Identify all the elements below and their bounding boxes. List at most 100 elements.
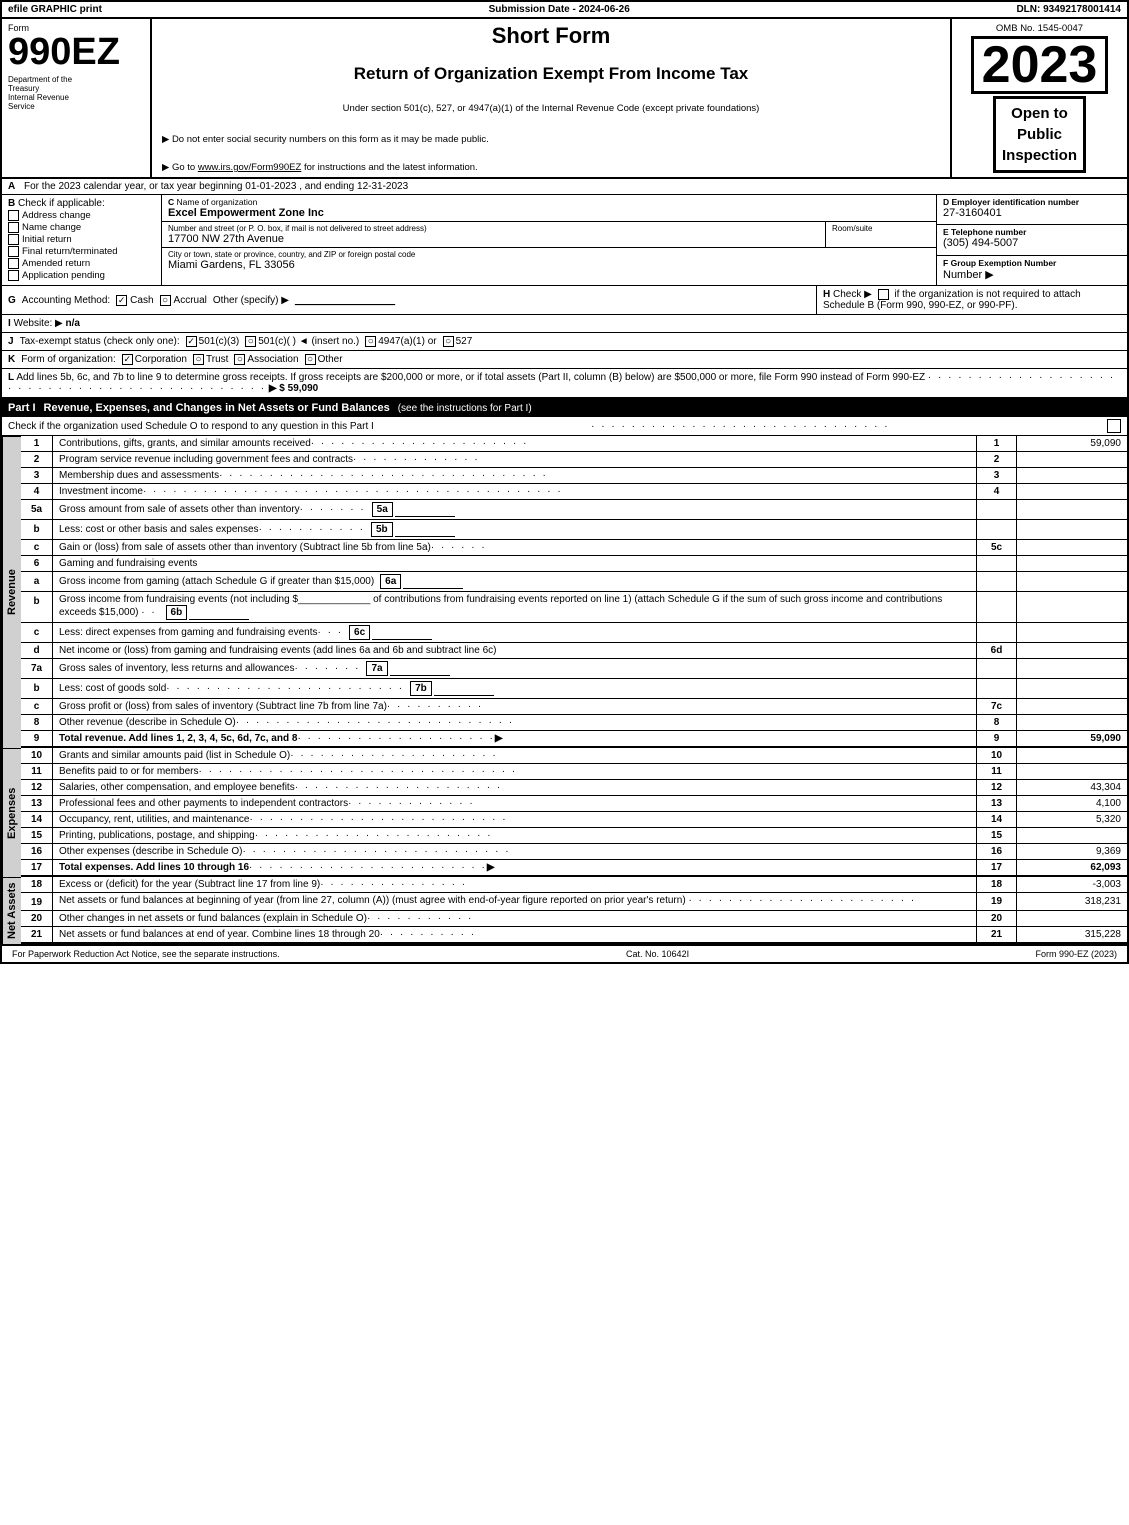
row-num: 4 — [21, 484, 53, 499]
section-bcd: B Check if applicable: Address change Na… — [2, 195, 1127, 286]
table-row: 4 Investment income · · · · · · · · · · … — [21, 484, 1127, 500]
status-501c-box[interactable]: ○ — [245, 336, 256, 347]
row-num: c — [21, 540, 53, 555]
k-association: ○ Association — [234, 354, 298, 365]
row-value: 62,093 — [1017, 860, 1127, 875]
row-code: 9 — [977, 731, 1017, 746]
row-value: -3,003 — [1017, 877, 1127, 892]
table-row: 2 Program service revenue including gove… — [21, 452, 1127, 468]
row-value — [1017, 540, 1127, 555]
part1-schedule-o-checkbox[interactable] — [1107, 419, 1121, 433]
row-num: 5a — [21, 500, 53, 519]
status-501c: ○ 501(c)( ) ◄ (insert no.) — [245, 336, 359, 347]
cash-checkbox[interactable]: ✓ — [116, 295, 127, 306]
row-desc: Less: cost or other basis and sales expe… — [53, 520, 977, 539]
table-row: b Less: cost of goods sold · · · · · · ·… — [21, 679, 1127, 699]
status-501c3: ✓ 501(c)(3) — [186, 336, 240, 347]
table-row: 13 Professional fees and other payments … — [21, 796, 1127, 812]
row-num: c — [21, 623, 53, 642]
table-row: b Less: cost or other basis and sales ex… — [21, 520, 1127, 540]
phone: (305) 494-5007 — [943, 237, 1121, 249]
expenses-side-label: Expenses — [2, 748, 21, 877]
row-code: 20 — [977, 911, 1017, 926]
footer-right: Form 990-EZ (2023) — [1035, 949, 1117, 959]
tax-year: 2023 — [971, 36, 1109, 94]
name-checkbox[interactable] — [8, 222, 19, 233]
section-b: B Check if applicable: Address change Na… — [2, 195, 162, 285]
row-num: a — [21, 572, 53, 591]
row-code: 18 — [977, 877, 1017, 892]
org-city: Miami Gardens, FL 33056 — [168, 259, 930, 271]
row-desc: Other changes in net assets or fund bala… — [53, 911, 977, 926]
status-527: ○ 527 — [443, 336, 473, 347]
table-row: 8 Other revenue (describe in Schedule O)… — [21, 715, 1127, 731]
row-num: 17 — [21, 860, 53, 875]
row-num: d — [21, 643, 53, 658]
ein: 27-3160401 — [943, 207, 1121, 219]
check-initial: Initial return — [8, 234, 155, 245]
footer: For Paperwork Reduction Act Notice, see … — [2, 944, 1127, 962]
header-bar: efile GRAPHIC print Submission Date - 20… — [2, 2, 1127, 19]
table-row: 7a Gross sales of inventory, less return… — [21, 659, 1127, 679]
k-corp-box[interactable]: ✓ — [122, 354, 133, 365]
row-value: 9,369 — [1017, 844, 1127, 859]
title-block: Short Form Return of Organization Exempt… — [152, 19, 952, 177]
omb-block: OMB No. 1545-0047 2023 Open toPublicInsp… — [952, 19, 1127, 177]
status-501c3-box[interactable]: ✓ — [186, 336, 197, 347]
row-value — [1017, 679, 1127, 698]
row-num: 18 — [21, 877, 53, 892]
row-value — [1017, 556, 1127, 571]
row-desc: Net income or (loss) from gaming and fun… — [53, 643, 977, 658]
row-code: 12 — [977, 780, 1017, 795]
amended-checkbox[interactable] — [8, 258, 19, 269]
submission-date: Submission Date - 2024-06-26 — [489, 4, 630, 15]
address-checkbox[interactable] — [8, 210, 19, 221]
row-code: 2 — [977, 452, 1017, 467]
k-form-row: K Form of organization: ✓ Corporation ○ … — [2, 351, 1127, 369]
row-desc: Investment income · · · · · · · · · · · … — [53, 484, 977, 499]
row-code: 14 — [977, 812, 1017, 827]
row-code: 15 — [977, 828, 1017, 843]
table-row: 19 Net assets or fund balances at beginn… — [21, 893, 1127, 911]
l-add-row: L Add lines 5b, 6c, and 7b to line 9 to … — [2, 369, 1127, 399]
row-desc: Contributions, gifts, grants, and simila… — [53, 436, 977, 451]
status-4947: ○ 4947(a)(1) or — [365, 336, 436, 347]
table-row: 21 Net assets or fund balances at end of… — [21, 927, 1127, 944]
expenses-section: Expenses 10 Grants and similar amounts p… — [2, 748, 1127, 877]
status-527-box[interactable]: ○ — [443, 336, 454, 347]
row-desc: Total expenses. Add lines 10 through 16 … — [53, 860, 977, 875]
cash-check: ✓ Cash — [116, 295, 153, 306]
part1-title: Revenue, Expenses, and Changes in Net As… — [44, 402, 390, 414]
row-num: 10 — [21, 748, 53, 763]
row-value — [1017, 643, 1127, 658]
row-desc: Gross income from gaming (attach Schedul… — [53, 572, 977, 591]
initial-checkbox[interactable] — [8, 234, 19, 245]
org-name: Excel Empowerment Zone Inc — [168, 207, 930, 219]
table-row: 11 Benefits paid to or for members · · ·… — [21, 764, 1127, 780]
form-title-main: Short Form — [162, 23, 940, 49]
final-checkbox[interactable] — [8, 246, 19, 257]
accrual-checkbox[interactable]: ○ — [160, 295, 171, 306]
footer-center: Cat. No. 10642I — [626, 949, 689, 959]
row-num: 13 — [21, 796, 53, 811]
check-final: Final return/terminated — [8, 246, 155, 257]
k-other-box[interactable]: ○ — [305, 354, 316, 365]
row-desc: Printing, publications, postage, and shi… — [53, 828, 977, 843]
omb-number: OMB No. 1545-0047 — [996, 23, 1083, 34]
table-row: 1 Contributions, gifts, grants, and simi… — [21, 436, 1127, 452]
app-pending-checkbox[interactable] — [8, 270, 19, 281]
row-value — [1017, 484, 1127, 499]
row-value — [1017, 500, 1127, 519]
k-trust-box[interactable]: ○ — [193, 354, 204, 365]
row-num: c — [21, 699, 53, 714]
row-code: 10 — [977, 748, 1017, 763]
part1-check-row: Check if the organization used Schedule … — [2, 417, 1127, 436]
part1-instructions: (see the instructions for Part I) — [398, 403, 532, 414]
row-desc: Gain or (loss) from sale of assets other… — [53, 540, 977, 555]
row-code — [977, 592, 1017, 622]
row-num: 14 — [21, 812, 53, 827]
k-assoc-box[interactable]: ○ — [234, 354, 245, 365]
row-desc: Occupancy, rent, utilities, and maintena… — [53, 812, 977, 827]
status-4947-box[interactable]: ○ — [365, 336, 376, 347]
row-num: b — [21, 592, 53, 622]
